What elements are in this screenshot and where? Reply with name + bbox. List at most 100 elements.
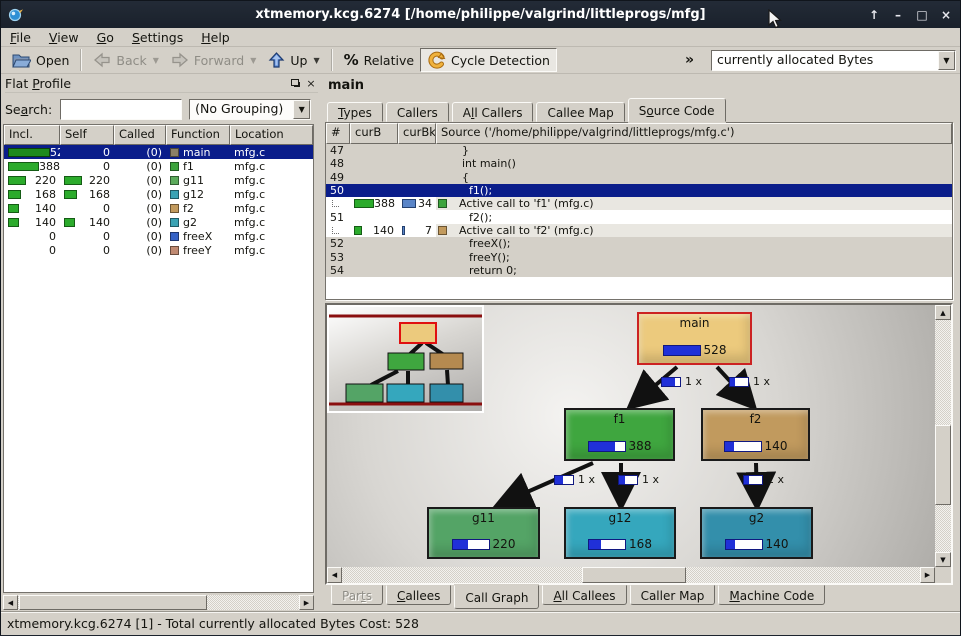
source-line-53[interactable]: 53 freeY(); — [326, 250, 952, 263]
call-info-text: Active call to 'f1' (mfg.c) — [459, 197, 594, 210]
graph-node-cost-fill — [589, 540, 601, 549]
close-button[interactable]: × — [938, 7, 954, 23]
function-row-g11[interactable]: 220220(0)g11mfg.c — [4, 173, 313, 187]
tab-all-callees[interactable]: All Callees — [542, 585, 626, 605]
function-row-g12[interactable]: 168168(0)g12mfg.c — [4, 187, 313, 201]
relative-toggle-button[interactable]: % Relative — [338, 48, 420, 72]
forward-dropdown-icon[interactable]: ▼ — [250, 56, 256, 65]
active-call-row[interactable]: 38834Active call to 'f1' (mfg.c) — [326, 197, 952, 210]
menu-item-settings[interactable]: Settings — [123, 29, 192, 46]
graph-hscrollbar[interactable]: ◀ ▶ — [327, 567, 935, 583]
source-column-header-source[interactable]: Source ('/home/philippe/valgrind/littlep… — [436, 123, 952, 144]
scroll-thumb[interactable] — [935, 425, 951, 505]
scroll-left-icon[interactable]: ◀ — [327, 567, 342, 583]
event-type-select[interactable]: currently allocated Bytes ▼ — [711, 50, 956, 71]
graph-node-f2[interactable]: f2140 — [701, 408, 810, 461]
maximize-button[interactable]: □ — [914, 7, 930, 23]
curb-cell — [350, 237, 398, 250]
source-line-52[interactable]: 52 freeX(); — [326, 237, 952, 250]
source-code-cell: } — [436, 144, 952, 157]
function-row-main[interactable]: 5280(0)mainmfg.c — [4, 145, 313, 159]
column-header-incl[interactable]: Incl. — [4, 125, 60, 145]
search-input[interactable] — [60, 99, 182, 120]
flat-profile-hscrollbar[interactable]: ◀ ▶ — [3, 595, 314, 610]
toolbar-overflow-chevron[interactable]: » — [679, 52, 700, 68]
column-header-function[interactable]: Function — [166, 125, 230, 145]
event-type-value: currently allocated Bytes — [712, 51, 938, 70]
column-header-self[interactable]: Self — [60, 125, 114, 145]
tab-parts[interactable]: Parts — [331, 585, 383, 605]
tab-all-callers[interactable]: All Callers — [452, 102, 534, 122]
line-number: 54 — [330, 264, 344, 277]
back-button[interactable]: Back ▼ — [87, 48, 165, 72]
function-row-freeY[interactable]: 00(0)freeYmfg.c — [4, 243, 313, 257]
combo-arrow-icon[interactable]: ▼ — [293, 100, 310, 119]
cycle-detection-toggle-button[interactable]: Cycle Detection — [420, 48, 557, 72]
menu-item-help[interactable]: Help — [192, 29, 239, 46]
tab-machine-code[interactable]: Machine Code — [718, 585, 825, 605]
menu-item-view[interactable]: View — [40, 29, 88, 46]
tab-callees[interactable]: Callees — [386, 585, 451, 605]
graph-node-main[interactable]: main528 — [637, 312, 752, 365]
called-cell: (0) — [114, 145, 166, 159]
column-header-called[interactable]: Called — [114, 125, 166, 145]
menu-item-go[interactable]: Go — [88, 29, 123, 46]
source-code-cell: int main() — [436, 157, 952, 170]
function-row-f2[interactable]: 1400(0)f2mfg.c — [4, 201, 313, 215]
call-graph-canvas[interactable]: main528f1388f2140g11220g12168g2140 1 x1 … — [327, 305, 935, 567]
source-line-54[interactable]: 54 return 0; — [326, 264, 952, 277]
grouping-select[interactable]: (No Grouping) ▼ — [189, 99, 311, 120]
minimize-button[interactable]: – — [890, 7, 906, 23]
scroll-thumb[interactable] — [582, 567, 686, 583]
forward-button[interactable]: Forward ▼ — [165, 48, 262, 72]
column-header-location[interactable]: Location — [230, 125, 313, 145]
source-column-header-line[interactable]: # — [326, 123, 350, 144]
function-row-f1[interactable]: 3880(0)f1mfg.c — [4, 159, 313, 173]
relative-label: Relative — [364, 53, 414, 68]
source-line-48[interactable]: 48int main() — [326, 157, 952, 170]
tab-call-graph[interactable]: Call Graph — [454, 585, 539, 609]
scroll-right-icon[interactable]: ▶ — [920, 567, 935, 583]
graph-node-cost-fill — [589, 442, 615, 451]
back-dropdown-icon[interactable]: ▼ — [153, 56, 159, 65]
graph-vscrollbar[interactable]: ▲ ▼ — [935, 305, 951, 567]
titlebar[interactable]: xtmemory.kcg.6274 [/home/philippe/valgri… — [1, 1, 960, 28]
open-button[interactable]: Open — [5, 48, 75, 72]
scroll-thumb[interactable] — [19, 595, 207, 610]
flat-profile-dock-header[interactable]: Flat Profile × — [5, 75, 318, 93]
tab-callee-map[interactable]: Callee Map — [536, 102, 624, 122]
active-call-row[interactable]: 1407Active call to 'f2' (mfg.c) — [326, 224, 952, 237]
graph-node-g11[interactable]: g11220 — [427, 507, 540, 559]
scroll-left-icon[interactable]: ◀ — [3, 595, 18, 610]
source-line-51[interactable]: 51 f2(); — [326, 210, 952, 223]
scroll-up-icon[interactable]: ▲ — [935, 305, 951, 320]
source-code-text: f1(); — [462, 184, 492, 197]
close-panel-icon[interactable]: × — [304, 77, 318, 91]
source-line-47[interactable]: 47} — [326, 144, 952, 157]
called-value: (0) — [146, 244, 162, 257]
tab-types[interactable]: Types — [327, 102, 383, 122]
up-dropdown-icon[interactable]: ▼ — [313, 56, 319, 65]
graph-node-g12[interactable]: g12168 — [564, 507, 676, 559]
up-button[interactable]: Up ▼ — [262, 48, 325, 72]
tab-source-code[interactable]: Source Code — [628, 98, 726, 122]
graph-node-label: g2 — [749, 511, 764, 525]
scroll-down-icon[interactable]: ▼ — [935, 552, 951, 567]
graph-overview-panner[interactable] — [327, 305, 484, 413]
keep-above-button[interactable]: ↑ — [866, 7, 882, 23]
float-panel-icon[interactable] — [288, 77, 302, 91]
graph-node-f1[interactable]: f1388 — [564, 408, 675, 461]
tab-caller-map[interactable]: Caller Map — [630, 585, 716, 605]
scroll-right-icon[interactable]: ▶ — [299, 595, 314, 610]
source-column-header-curbk[interactable]: curBk — [398, 123, 436, 144]
function-row-freeX[interactable]: 00(0)freeXmfg.c — [4, 229, 313, 243]
curb-cost-bar — [354, 226, 362, 235]
function-row-g2[interactable]: 140140(0)g2mfg.c — [4, 215, 313, 229]
tab-callers[interactable]: Callers — [386, 102, 449, 122]
combo-arrow-icon[interactable]: ▼ — [938, 51, 955, 70]
source-column-header-curb[interactable]: curB — [350, 123, 398, 144]
source-line-50[interactable]: 50 f1(); — [326, 184, 952, 197]
graph-node-g2[interactable]: g2140 — [700, 507, 813, 559]
source-line-49[interactable]: 49{ — [326, 171, 952, 184]
menu-item-file[interactable]: File — [1, 29, 40, 46]
